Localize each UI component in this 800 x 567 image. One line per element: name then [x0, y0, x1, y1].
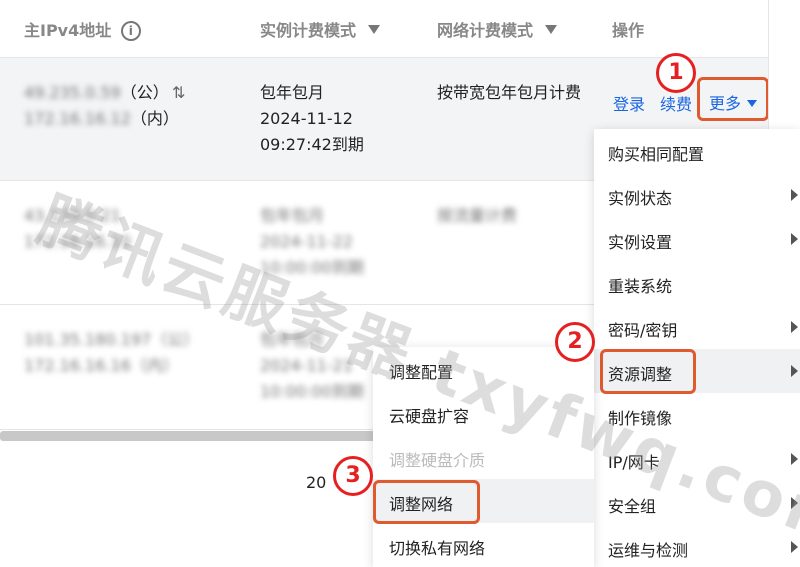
header-ops-label: 操作: [612, 21, 645, 40]
expiry-date: 2024-11-22: [260, 232, 353, 251]
menu-item-label: 实例状态: [608, 189, 673, 208]
submenu-item-disk-expand[interactable]: 云硬盘扩容: [373, 391, 594, 435]
filter-icon[interactable]: [544, 25, 557, 34]
chevron-right-icon: [791, 497, 798, 509]
ip-cell: 49.235.0.59（公） 172.16.16.12（内）: [24, 80, 224, 132]
header-network[interactable]: 网络计费模式: [437, 17, 557, 41]
public-ip[interactable]: 43.139.0.21: [24, 203, 224, 229]
menu-item-instance-settings[interactable]: 实例设置: [594, 217, 800, 261]
billing-mode: 包年包月: [260, 206, 325, 225]
private-ip[interactable]: 172.16.16.10: [24, 229, 224, 255]
header-billing[interactable]: 实例计费模式: [260, 17, 380, 41]
public-tag: （公）: [151, 330, 200, 349]
chevron-right-icon: [791, 365, 798, 377]
billing-cell: 包年包月 2024-11-12 09:27:42到期: [260, 80, 410, 158]
menu-item-ops-monitor[interactable]: 运维与检测: [594, 525, 800, 567]
header-network-label: 网络计费模式: [437, 21, 534, 40]
menu-item-ip-nic[interactable]: IP/网卡: [594, 437, 800, 481]
submenu-item-label: 云硬盘扩容: [389, 407, 470, 426]
header-ip: 主IPv4地址 i: [24, 17, 141, 41]
step-badge-2: 2: [555, 322, 595, 362]
menu-item-make-image[interactable]: 制作镜像: [594, 393, 800, 437]
more-label: 更多: [709, 94, 742, 113]
ip-cell: 43.139.0.21 172.16.16.10: [24, 203, 224, 255]
ip-cell: 101.35.180.197（公） 172.16.16.16（内）: [24, 327, 224, 379]
chevron-right-icon: [791, 189, 798, 201]
resource-adjust-submenu: 调整配置 云硬盘扩容 调整硬盘介质 调整网络 切换私有网络: [373, 347, 594, 567]
more-dropdown-menu: 购买相同配置 实例状态 实例设置 重装系统 密码/密钥 资源调整 制作镜像 IP…: [594, 129, 800, 567]
billing-cell: 包年包月 2024-11-22 10:00:00到期: [260, 203, 410, 281]
renew-link[interactable]: 续费: [660, 91, 692, 115]
page-size-select[interactable]: 20: [306, 473, 326, 492]
header-ip-label: 主IPv4地址: [24, 21, 112, 40]
chevron-right-icon: [791, 453, 798, 465]
menu-item-label: 安全组: [608, 497, 657, 516]
chevron-right-icon: [791, 233, 798, 245]
expiry-time: 09:27:42到期: [260, 135, 364, 154]
private-tag: （内）: [130, 109, 179, 128]
menu-item-label: 制作镜像: [608, 409, 673, 428]
private-tag: （内）: [130, 356, 179, 375]
header-ops: 操作: [612, 17, 644, 41]
highlight-box-adjust-network: [373, 480, 480, 524]
menu-item-label: 购买相同配置: [608, 145, 705, 164]
menu-item-label: 实例设置: [608, 233, 673, 252]
submenu-item-label: 调整硬盘介质: [389, 451, 486, 470]
step-badge-1: 1: [656, 53, 696, 93]
highlight-box-resource-adjust: [600, 349, 696, 394]
menu-item-instance-status[interactable]: 实例状态: [594, 173, 800, 217]
billing-mode: 包年包月: [260, 83, 325, 102]
submenu-item-switch-vpc[interactable]: 切换私有网络: [373, 523, 594, 567]
header-billing-label: 实例计费模式: [260, 21, 357, 40]
table-header: 主IPv4地址 i 实例计费模式 网络计费模式 操作: [0, 0, 768, 58]
info-icon[interactable]: i: [120, 21, 141, 41]
network-cell: 按带宽包年包月计费: [437, 83, 582, 102]
submenu-item-label: 调整配置: [389, 363, 454, 382]
more-button[interactable]: 更多: [697, 77, 769, 121]
menu-item-label: 密码/密钥: [608, 321, 678, 340]
caret-down-icon: [747, 100, 758, 107]
menu-item-buy-same[interactable]: 购买相同配置: [594, 129, 800, 173]
menu-item-password-key[interactable]: 密码/密钥: [594, 305, 800, 349]
menu-item-label: 运维与检测: [608, 541, 689, 560]
network-cell: 按流量计费: [437, 206, 518, 225]
public-tag: （公）: [120, 83, 169, 102]
login-link[interactable]: 登录: [613, 91, 645, 115]
chevron-right-icon: [791, 541, 798, 553]
chevron-right-icon: [791, 321, 798, 333]
expiry-time: 10:00:00到期: [260, 258, 364, 277]
public-ip[interactable]: 101.35.180.197: [24, 330, 151, 349]
menu-item-reinstall[interactable]: 重装系统: [594, 261, 800, 305]
submenu-item-label: 切换私有网络: [389, 539, 486, 558]
expiry-date: 2024-11-12: [260, 109, 353, 128]
public-ip[interactable]: 49.235.0.59: [24, 83, 121, 102]
menu-item-label: IP/网卡: [608, 453, 660, 472]
submenu-item-disk-media: 调整硬盘介质: [373, 435, 594, 479]
filter-icon[interactable]: [367, 25, 380, 34]
private-ip[interactable]: 172.16.16.12: [24, 109, 131, 128]
swap-icon[interactable]: ⇅: [172, 84, 188, 102]
step-badge-3: 3: [333, 456, 373, 496]
menu-item-label: 重装系统: [608, 277, 673, 296]
menu-item-security-group[interactable]: 安全组: [594, 481, 800, 525]
private-ip[interactable]: 172.16.16.16: [24, 356, 131, 375]
